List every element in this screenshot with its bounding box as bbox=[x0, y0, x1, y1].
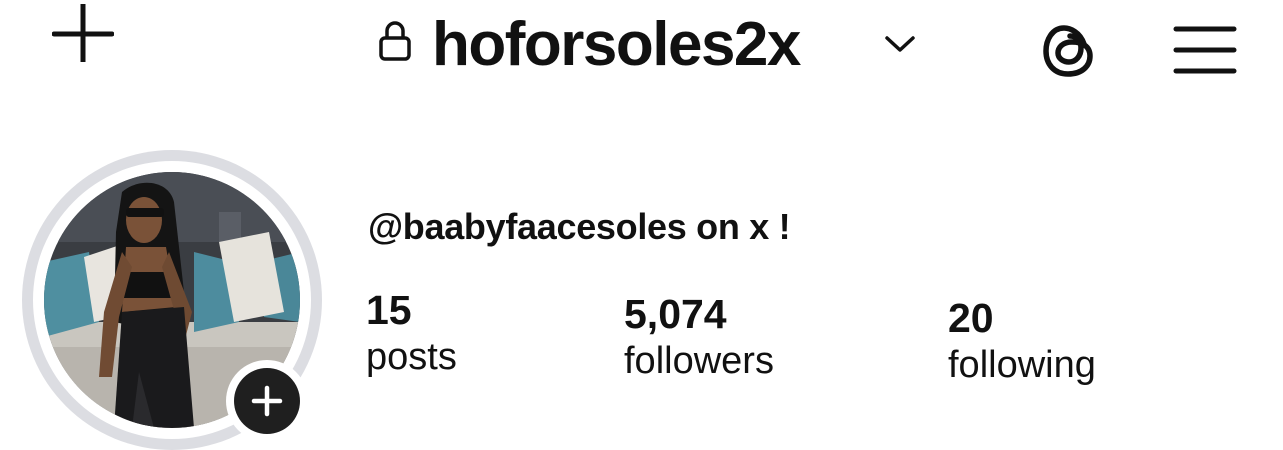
account-username[interactable]: hoforsoles2x bbox=[432, 5, 801, 85]
stat-posts[interactable]: 15 posts bbox=[366, 286, 457, 380]
hamburger-menu-icon[interactable] bbox=[1172, 24, 1238, 76]
threads-icon[interactable] bbox=[1040, 20, 1104, 82]
following-label: following bbox=[948, 344, 1096, 386]
following-count: 20 bbox=[948, 295, 994, 341]
lock-icon bbox=[378, 20, 412, 62]
create-plus-icon[interactable] bbox=[52, 4, 114, 62]
followers-count: 5,074 bbox=[624, 291, 727, 337]
add-story-button[interactable] bbox=[234, 368, 300, 434]
chevron-down-icon[interactable] bbox=[884, 34, 916, 54]
plus-icon bbox=[251, 385, 283, 417]
profile-bio: @baabyfaacesoles on x ! bbox=[368, 206, 791, 247]
posts-count: 15 bbox=[366, 287, 412, 333]
posts-label: posts bbox=[366, 336, 457, 378]
stat-following[interactable]: 20 following bbox=[948, 294, 1096, 388]
stat-followers[interactable]: 5,074 followers bbox=[624, 290, 774, 384]
followers-label: followers bbox=[624, 340, 774, 382]
